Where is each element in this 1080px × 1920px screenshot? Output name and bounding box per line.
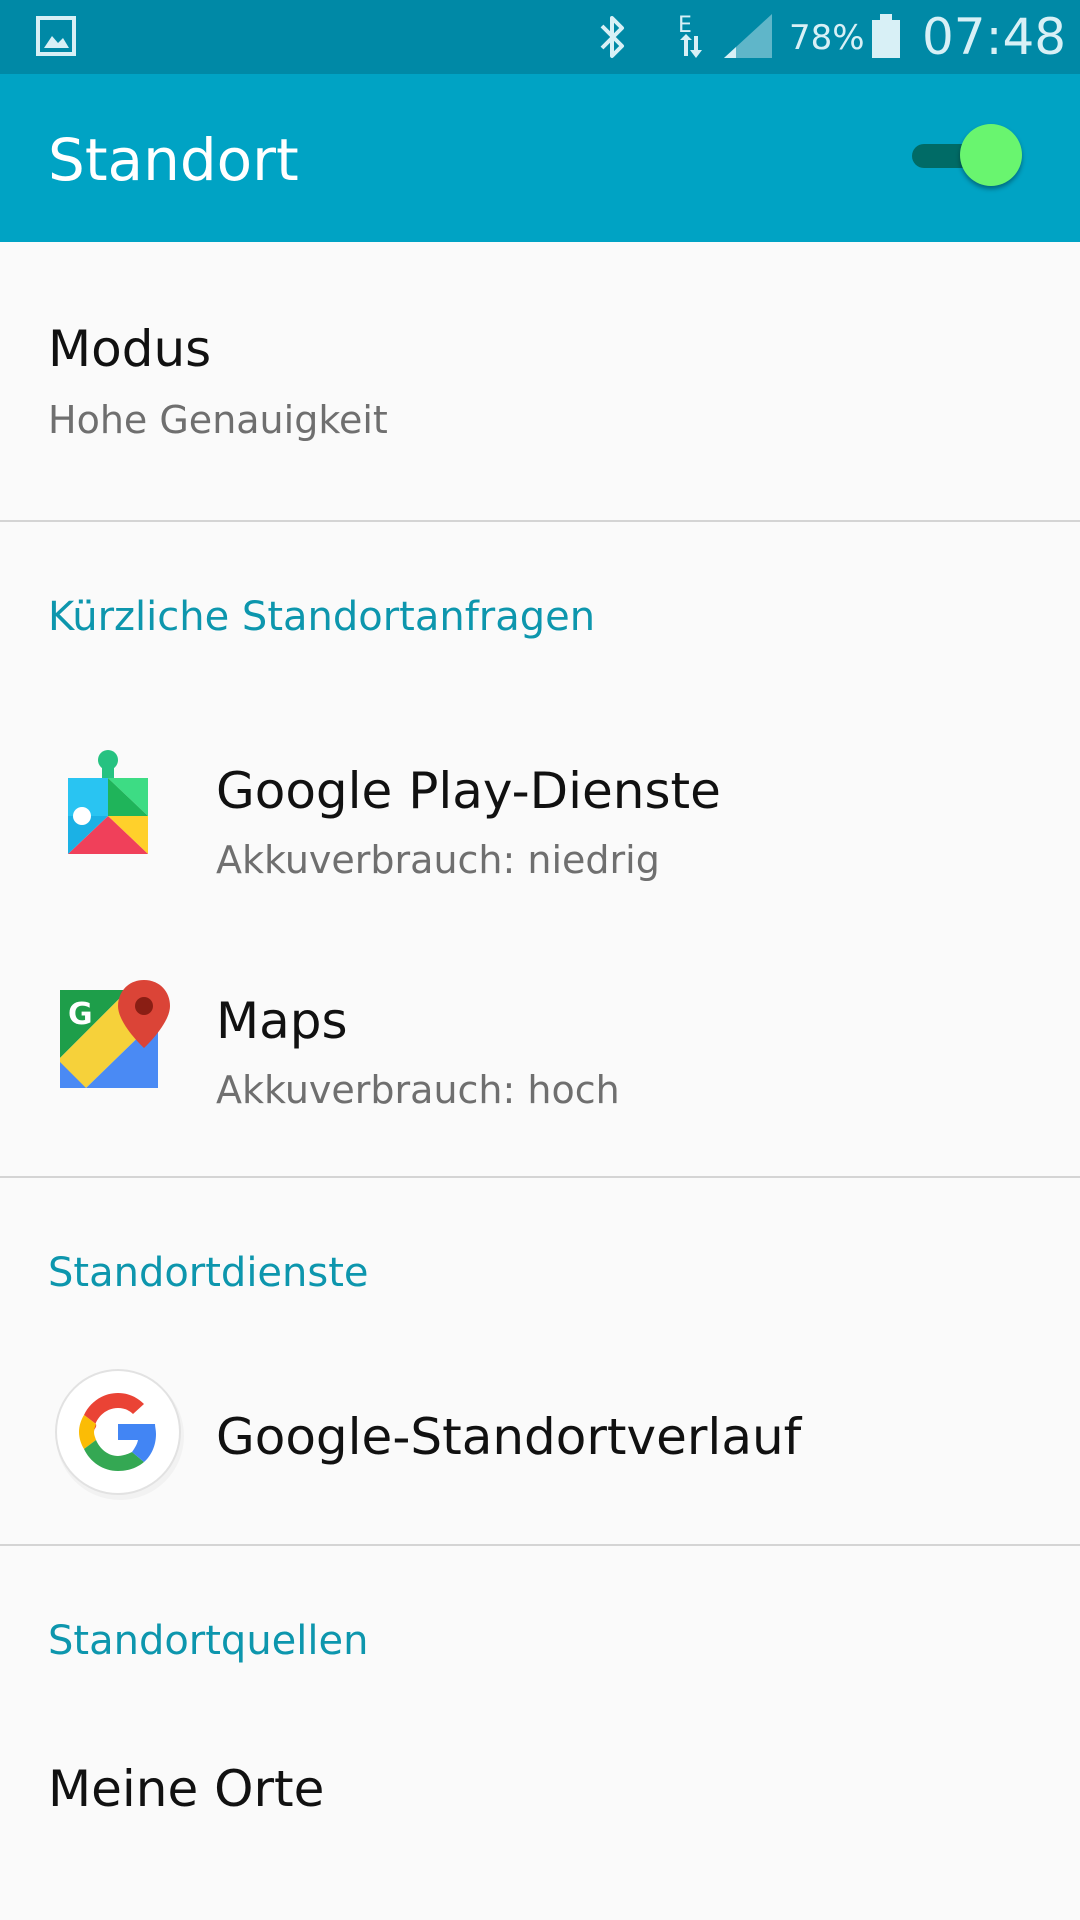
bluetooth-icon xyxy=(600,16,624,58)
google-play-services-icon xyxy=(68,750,148,854)
location-source-item-my-places[interactable]: Meine Orte xyxy=(0,1712,1080,1892)
divider xyxy=(0,1176,1080,1178)
recent-requests-header: Kürzliche Standortanfragen xyxy=(48,594,596,640)
recent-request-item-maps[interactable]: G Maps Akkuverbrauch: hoch xyxy=(0,932,1080,1172)
mode-row[interactable]: Modus Hohe Genauigkeit xyxy=(0,242,1080,520)
status-bar: E 78% 07:48 xyxy=(0,0,1080,74)
toggle-thumb xyxy=(960,124,1022,186)
battery-usage: Akkuverbrauch: niedrig xyxy=(216,838,660,882)
clock: 07:48 xyxy=(922,8,1067,66)
location-toggle[interactable] xyxy=(908,124,1024,188)
google-icon xyxy=(55,1369,184,1500)
location-sources-header: Standortquellen xyxy=(48,1618,369,1664)
divider xyxy=(0,520,1080,522)
google-maps-icon: G xyxy=(60,980,170,1088)
app-name: Google Play-Dienste xyxy=(216,762,721,820)
network-type-label: E xyxy=(678,13,692,38)
gallery-icon xyxy=(36,16,76,56)
battery-usage: Akkuverbrauch: hoch xyxy=(216,1068,620,1112)
service-name: Google-Standortverlauf xyxy=(216,1408,802,1466)
svg-text:G: G xyxy=(68,997,93,1032)
location-services-header: Standortdienste xyxy=(48,1250,369,1296)
divider xyxy=(0,1544,1080,1546)
signal-icon xyxy=(724,14,772,58)
battery-icon xyxy=(872,14,900,58)
recent-request-item-play-services[interactable]: Google Play-Dienste Akkuverbrauch: niedr… xyxy=(0,702,1080,932)
page-title: Standort xyxy=(48,126,299,194)
app-name: Maps xyxy=(216,992,348,1050)
app-bar: Standort xyxy=(0,74,1080,242)
mode-title: Modus xyxy=(48,320,212,378)
mode-value: Hohe Genauigkeit xyxy=(48,398,388,442)
source-name: Meine Orte xyxy=(48,1760,325,1818)
battery-percentage: 78% xyxy=(789,18,865,58)
location-service-item-history[interactable]: Google-Standortverlauf xyxy=(0,1342,1080,1542)
network-icon: E xyxy=(678,13,702,58)
